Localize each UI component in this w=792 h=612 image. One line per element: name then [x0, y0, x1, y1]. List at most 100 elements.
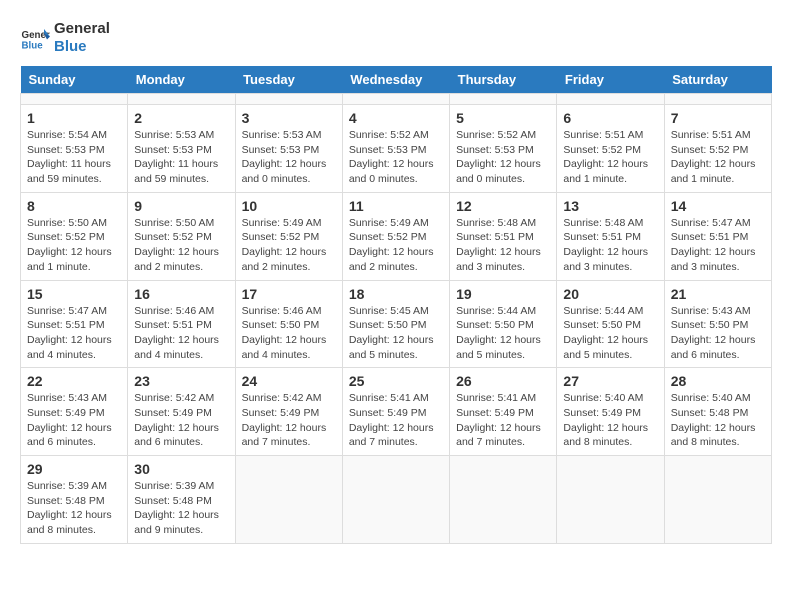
calendar-cell: 17Sunrise: 5:46 AMSunset: 5:50 PMDayligh… [235, 280, 342, 368]
day-info: Sunrise: 5:51 AMSunset: 5:52 PMDaylight:… [563, 128, 657, 187]
calendar-cell: 28 Sunrise: 5:40 AMSunset: 5:48 PMDayligh… [664, 368, 771, 456]
calendar-cell [21, 94, 128, 105]
day-info: Sunrise: 5:44 AMSunset: 5:50 PMDaylight:… [456, 304, 550, 363]
day-number: 23 [134, 373, 228, 389]
calendar-cell: 2Sunrise: 5:53 AMSunset: 5:53 PMDaylight… [128, 105, 235, 193]
day-info: Sunrise: 5:49 AMSunset: 5:52 PMDaylight:… [349, 216, 443, 275]
day-number: 24 [242, 373, 336, 389]
calendar-cell: 3 Sunrise: 5:53 AMSunset: 5:53 PMDaylight… [235, 105, 342, 193]
day-info: Sunrise: 5:51 AMSunset: 5:52 PMDaylight:… [671, 128, 765, 187]
day-number: 6 [563, 110, 657, 126]
day-number: 28 [671, 373, 765, 389]
calendar-cell [557, 94, 664, 105]
weekday-header: Monday [128, 66, 235, 94]
calendar-cell: 11Sunrise: 5:49 AMSunset: 5:52 PMDayligh… [342, 192, 449, 280]
calendar-cell: 30 Sunrise: 5:39 AMSunset: 5:48 PMDayligh… [128, 456, 235, 544]
day-info: Sunrise: 5:44 AMSunset: 5:50 PMDaylight:… [563, 304, 657, 363]
day-number: 21 [671, 286, 765, 302]
day-info: Sunrise: 5:40 AMSunset: 5:48 PMDaylight:… [671, 391, 765, 450]
day-info: Sunrise: 5:53 AMSunset: 5:53 PMDaylight:… [242, 128, 336, 187]
calendar-cell [557, 456, 664, 544]
day-info: Sunrise: 5:43 AMSunset: 5:49 PMDaylight:… [27, 391, 121, 450]
calendar-cell: 21 Sunrise: 5:43 AMSunset: 5:50 PMDayligh… [664, 280, 771, 368]
calendar-cell: 24 Sunrise: 5:42 AMSunset: 5:49 PMDayligh… [235, 368, 342, 456]
day-info: Sunrise: 5:39 AMSunset: 5:48 PMDaylight:… [27, 479, 121, 538]
calendar-cell [235, 456, 342, 544]
calendar-cell: 20 Sunrise: 5:44 AMSunset: 5:50 PMDayligh… [557, 280, 664, 368]
calendar-week-row: 8 Sunrise: 5:50 AMSunset: 5:52 PMDaylight… [21, 192, 772, 280]
calendar-cell: 18Sunrise: 5:45 AMSunset: 5:50 PMDayligh… [342, 280, 449, 368]
calendar-cell [235, 94, 342, 105]
day-info: Sunrise: 5:52 AMSunset: 5:53 PMDaylight:… [456, 128, 550, 187]
day-number: 3 [242, 110, 336, 126]
calendar-cell: 14 Sunrise: 5:47 AMSunset: 5:51 PMDayligh… [664, 192, 771, 280]
calendar-cell: 22 Sunrise: 5:43 AMSunset: 5:49 PMDayligh… [21, 368, 128, 456]
day-info: Sunrise: 5:42 AMSunset: 5:49 PMDaylight:… [242, 391, 336, 450]
day-info: Sunrise: 5:50 AMSunset: 5:52 PMDaylight:… [134, 216, 228, 275]
calendar-cell: 25 Sunrise: 5:41 AMSunset: 5:49 PMDayligh… [342, 368, 449, 456]
day-number: 10 [242, 198, 336, 214]
day-number: 25 [349, 373, 443, 389]
calendar-cell: 9Sunrise: 5:50 AMSunset: 5:52 PMDaylight… [128, 192, 235, 280]
day-number: 16 [134, 286, 228, 302]
calendar-cell: 15 Sunrise: 5:47 AMSunset: 5:51 PMDayligh… [21, 280, 128, 368]
weekday-header: Thursday [450, 66, 557, 94]
day-number: 22 [27, 373, 121, 389]
day-info: Sunrise: 5:50 AMSunset: 5:52 PMDaylight:… [27, 216, 121, 275]
day-number: 7 [671, 110, 765, 126]
day-number: 8 [27, 198, 121, 214]
calendar-cell: 1 Sunrise: 5:54 AMSunset: 5:53 PMDaylight… [21, 105, 128, 193]
day-info: Sunrise: 5:41 AMSunset: 5:49 PMDaylight:… [456, 391, 550, 450]
calendar-cell [450, 94, 557, 105]
day-info: Sunrise: 5:49 AMSunset: 5:52 PMDaylight:… [242, 216, 336, 275]
weekday-header: Wednesday [342, 66, 449, 94]
day-number: 29 [27, 461, 121, 477]
day-info: Sunrise: 5:47 AMSunset: 5:51 PMDaylight:… [671, 216, 765, 275]
calendar-cell: 10 Sunrise: 5:49 AMSunset: 5:52 PMDayligh… [235, 192, 342, 280]
calendar-cell: 26 Sunrise: 5:41 AMSunset: 5:49 PMDayligh… [450, 368, 557, 456]
calendar-cell [128, 94, 235, 105]
day-number: 19 [456, 286, 550, 302]
day-number: 20 [563, 286, 657, 302]
weekday-header: Friday [557, 66, 664, 94]
logo-general-text: General [54, 20, 110, 38]
svg-text:Blue: Blue [22, 41, 44, 52]
weekday-header: Sunday [21, 66, 128, 94]
calendar-cell [664, 456, 771, 544]
day-number: 2 [134, 110, 228, 126]
calendar-week-row [21, 94, 772, 105]
day-info: Sunrise: 5:39 AMSunset: 5:48 PMDaylight:… [134, 479, 228, 538]
day-info: Sunrise: 5:46 AMSunset: 5:51 PMDaylight:… [134, 304, 228, 363]
day-info: Sunrise: 5:54 AMSunset: 5:53 PMDaylight:… [27, 128, 121, 187]
logo-icon: General Blue [20, 23, 50, 53]
calendar-cell: 6 Sunrise: 5:51 AMSunset: 5:52 PMDaylight… [557, 105, 664, 193]
calendar-week-row: 15 Sunrise: 5:47 AMSunset: 5:51 PMDayligh… [21, 280, 772, 368]
logo-blue-text: Blue [54, 38, 110, 56]
day-number: 17 [242, 286, 336, 302]
calendar-week-row: 29 Sunrise: 5:39 AMSunset: 5:48 PMDayligh… [21, 456, 772, 544]
day-number: 1 [27, 110, 121, 126]
day-info: Sunrise: 5:40 AMSunset: 5:49 PMDaylight:… [563, 391, 657, 450]
day-header-row: SundayMondayTuesdayWednesdayThursdayFrid… [21, 66, 772, 94]
day-info: Sunrise: 5:43 AMSunset: 5:50 PMDaylight:… [671, 304, 765, 363]
calendar-cell [342, 456, 449, 544]
day-number: 13 [563, 198, 657, 214]
day-number: 30 [134, 461, 228, 477]
page-header: General Blue General Blue [20, 20, 772, 56]
day-info: Sunrise: 5:47 AMSunset: 5:51 PMDaylight:… [27, 304, 121, 363]
calendar-cell [664, 94, 771, 105]
calendar-cell [450, 456, 557, 544]
day-number: 14 [671, 198, 765, 214]
day-info: Sunrise: 5:41 AMSunset: 5:49 PMDaylight:… [349, 391, 443, 450]
day-number: 5 [456, 110, 550, 126]
day-number: 15 [27, 286, 121, 302]
calendar-cell: 4Sunrise: 5:52 AMSunset: 5:53 PMDaylight… [342, 105, 449, 193]
calendar-cell: 5 Sunrise: 5:52 AMSunset: 5:53 PMDaylight… [450, 105, 557, 193]
day-info: Sunrise: 5:45 AMSunset: 5:50 PMDaylight:… [349, 304, 443, 363]
weekday-header: Saturday [664, 66, 771, 94]
day-info: Sunrise: 5:42 AMSunset: 5:49 PMDaylight:… [134, 391, 228, 450]
day-number: 27 [563, 373, 657, 389]
calendar-week-row: 22 Sunrise: 5:43 AMSunset: 5:49 PMDayligh… [21, 368, 772, 456]
day-number: 26 [456, 373, 550, 389]
calendar-week-row: 1 Sunrise: 5:54 AMSunset: 5:53 PMDaylight… [21, 105, 772, 193]
